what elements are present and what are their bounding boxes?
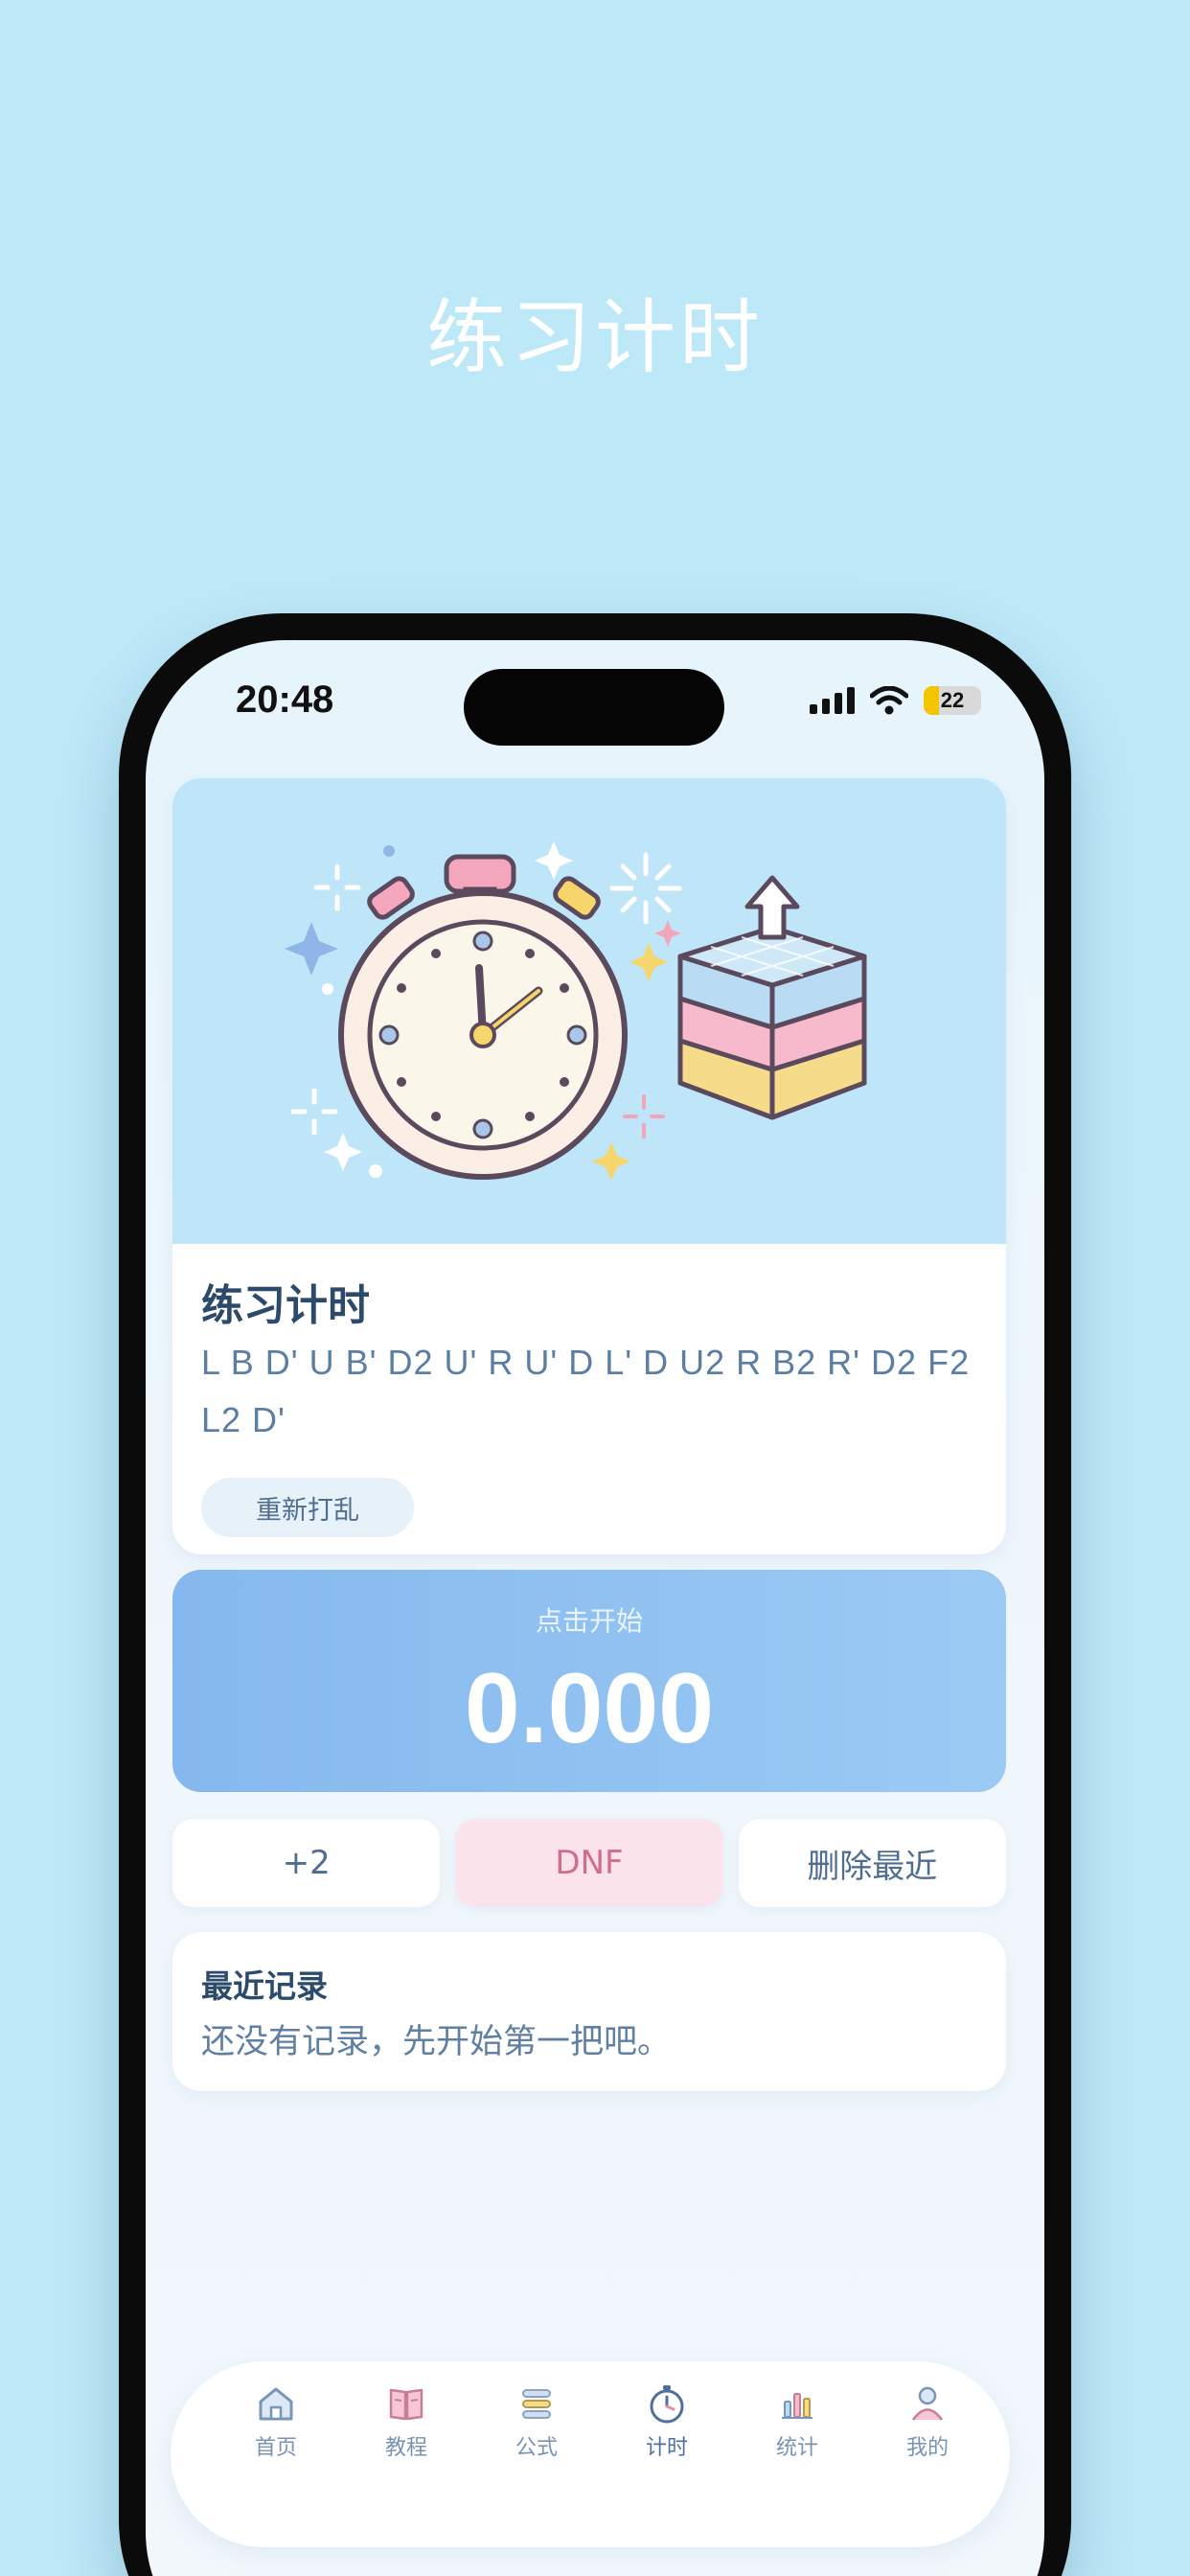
status-indicators: 22: [810, 686, 981, 715]
delete-last-button[interactable]: 删除最近: [738, 1819, 1006, 1907]
tab-label: 统计: [775, 2436, 818, 2460]
timer-display: 0.000: [464, 1653, 715, 1764]
book-icon: [389, 2388, 423, 2421]
tab-label: 计时: [645, 2436, 688, 2460]
profile-icon: [911, 2386, 944, 2421]
tab-label: 我的: [905, 2436, 949, 2460]
timer-hint: 点击开始: [535, 1605, 643, 1637]
battery-icon: 22: [924, 686, 981, 715]
penalty-actions: +2 DNF 删除最近: [172, 1819, 1006, 1907]
tab-timer[interactable]: 计时: [619, 2382, 715, 2461]
cellular-signal-icon: [810, 687, 855, 714]
hero-illustration: [172, 778, 1006, 1244]
phone-frame: 20:48 22 练习计时 L B D' U B' D2 U' R U' D L…: [119, 613, 1071, 2576]
timer-panel[interactable]: 点击开始 0.000: [172, 1570, 1006, 1792]
plus2-button[interactable]: +2: [172, 1819, 441, 1907]
dnf-button[interactable]: DNF: [455, 1819, 723, 1907]
scramble-sequence: L B D' U B' D2 U' R U' D L' D U2 R B2 R'…: [201, 1343, 971, 1439]
rescramble-button[interactable]: 重新打乱: [201, 1478, 414, 1537]
wifi-icon: [870, 686, 908, 715]
practice-card: 练习计时 L B D' U B' D2 U' R U' D L' D U2 R …: [172, 778, 1006, 1554]
tab-label: 教程: [384, 2436, 427, 2460]
formula-icon: [522, 2389, 551, 2419]
recent-records-card: 最近记录 还没有记录，先开始第一把吧。: [172, 1932, 1006, 2091]
home-icon: [259, 2387, 293, 2421]
stopwatch-cube-illustration: [285, 841, 867, 1181]
tab-bar: 首页 教程 公式 计时 统计 我的: [171, 2361, 1010, 2547]
tab-stats[interactable]: 统计: [749, 2382, 845, 2461]
recent-records-title: 最近记录: [201, 1967, 328, 2005]
tab-tutorial[interactable]: 教程: [358, 2382, 454, 2461]
card-title: 练习计时: [201, 1281, 370, 1330]
chart-icon: [782, 2393, 812, 2419]
tab-formula[interactable]: 公式: [489, 2382, 584, 2461]
tab-profile[interactable]: 我的: [880, 2382, 975, 2461]
stopwatch-icon: [650, 2385, 684, 2424]
phone-screen: 20:48 22 练习计时 L B D' U B' D2 U' R U' D L…: [146, 640, 1044, 2576]
tab-home[interactable]: 首页: [228, 2382, 324, 2461]
dynamic-island: [464, 669, 724, 746]
tab-label: 首页: [254, 2436, 297, 2460]
status-time: 20:48: [236, 678, 334, 721]
battery-level: 22: [940, 688, 965, 712]
page-headline: 练习计时: [425, 290, 764, 384]
recent-empty-message: 还没有记录，先开始第一把吧。: [201, 2023, 672, 2061]
tab-label: 公式: [515, 2436, 558, 2460]
